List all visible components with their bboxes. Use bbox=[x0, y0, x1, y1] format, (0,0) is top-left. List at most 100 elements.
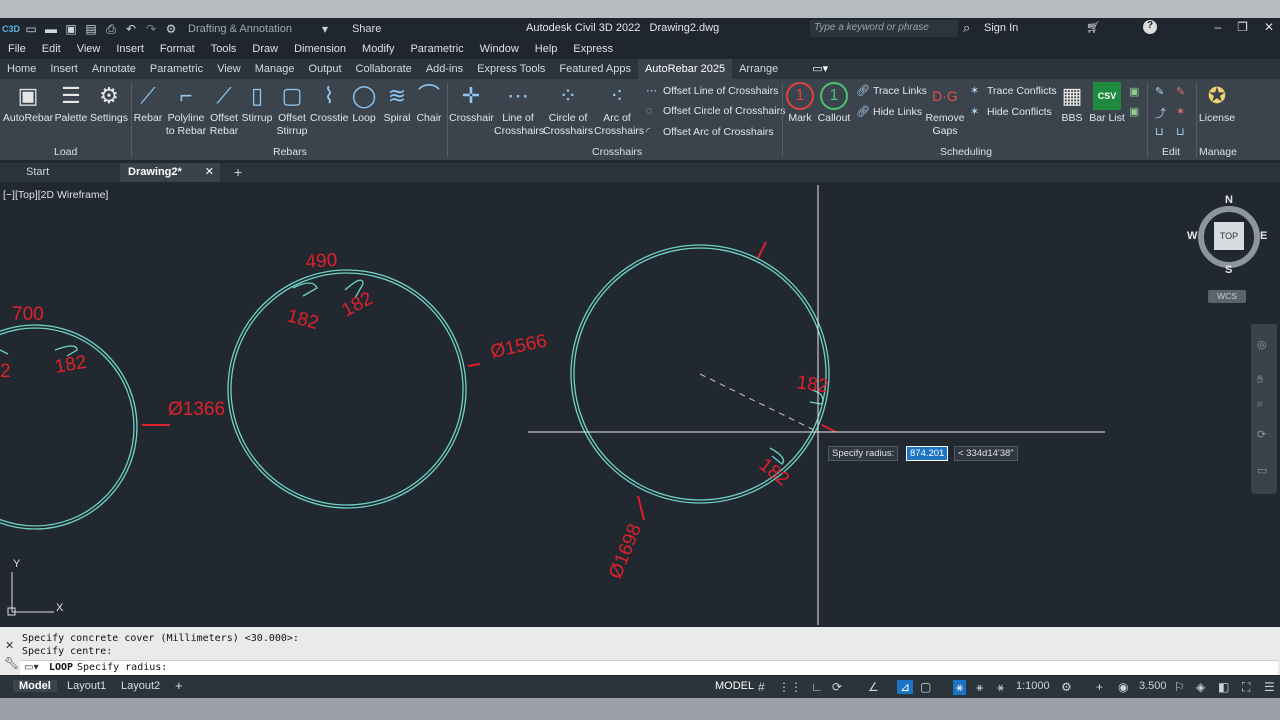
menu-draw[interactable]: Draw bbox=[244, 43, 286, 55]
layout-tab-model[interactable]: Model bbox=[13, 680, 57, 692]
clean-screen-icon[interactable]: ◧ bbox=[1218, 680, 1229, 694]
orbit-icon[interactable]: ⟳ bbox=[1257, 428, 1266, 441]
tab-annotate[interactable]: Annotate bbox=[85, 59, 143, 79]
layout-tab-layout1[interactable]: Layout1 bbox=[67, 680, 106, 692]
add-layout-icon[interactable]: + bbox=[175, 678, 183, 693]
tab-insert[interactable]: Insert bbox=[43, 59, 85, 79]
gear-icon[interactable]: ⚙ bbox=[164, 22, 178, 36]
menu-window[interactable]: Window bbox=[472, 43, 527, 55]
offset-rebar-button[interactable]: ⟋ Offset Rebar bbox=[207, 82, 241, 138]
model-space-button[interactable]: MODEL bbox=[715, 680, 754, 692]
fullscreen-icon[interactable]: ⛶ bbox=[1242, 680, 1250, 695]
tab-express-tools[interactable]: Express Tools bbox=[470, 59, 552, 79]
offset-arc-crosshairs-button[interactable]: ◜ Offset Arc of Crosshairs bbox=[646, 125, 774, 139]
cart-icon[interactable]: 🛒︎ bbox=[1086, 21, 1100, 34]
compass-s[interactable]: S bbox=[1225, 264, 1232, 276]
osnap-icon[interactable]: ⊿ bbox=[897, 680, 914, 694]
spiral-button[interactable]: ≋ Spiral bbox=[381, 82, 413, 125]
hide-conflicts-button[interactable]: ✶ Hide Conflicts bbox=[970, 105, 1052, 119]
autorebar-button[interactable]: ▣ AutoRebar bbox=[2, 82, 54, 125]
trace-conflicts-button[interactable]: ✶ Trace Conflicts bbox=[970, 84, 1057, 98]
redo-icon[interactable]: ↷ bbox=[144, 22, 158, 36]
workspace-icon[interactable]: ◉ bbox=[1118, 680, 1128, 694]
polar-icon[interactable]: ⟳ bbox=[832, 680, 842, 694]
new-tab-icon[interactable]: + bbox=[226, 163, 250, 182]
palette-button[interactable]: ☰ Palette bbox=[54, 82, 88, 125]
share-button[interactable]: Share bbox=[352, 23, 381, 35]
menu-file[interactable]: File bbox=[0, 43, 34, 55]
remove-gaps-button[interactable]: D·G Remove Gaps bbox=[925, 82, 965, 138]
loop-button[interactable]: ◯ Loop bbox=[349, 82, 379, 125]
radius-input[interactable]: 874.201 bbox=[906, 446, 949, 461]
print-icon[interactable]: ⎙ bbox=[104, 22, 118, 36]
offset-line-crosshairs-button[interactable]: ⋯ Offset Line of Crosshairs bbox=[646, 84, 778, 98]
edit-tool-icon[interactable]: ⊔ bbox=[1176, 125, 1185, 138]
viewcube-top-face[interactable]: TOP bbox=[1214, 222, 1244, 250]
wcs-button[interactable]: WCS bbox=[1208, 290, 1246, 303]
close-icon[interactable]: ✕ bbox=[1264, 20, 1274, 34]
ortho-icon[interactable]: ∟ bbox=[811, 680, 823, 694]
rebar-button[interactable]: ⟋ Rebar bbox=[133, 82, 163, 125]
tab-manage[interactable]: Manage bbox=[248, 59, 302, 79]
command-input[interactable]: ▭▾ LOOP Specify radius: bbox=[20, 660, 1278, 675]
menu-format[interactable]: Format bbox=[152, 43, 203, 55]
menu-help[interactable]: Help bbox=[527, 43, 566, 55]
edit-tool-icon[interactable]: ⊔ bbox=[1155, 125, 1164, 138]
menu-view[interactable]: View bbox=[69, 43, 109, 55]
tab-output[interactable]: Output bbox=[302, 59, 349, 79]
save-icon[interactable]: ▣ bbox=[64, 22, 78, 36]
sign-in-button[interactable]: Sign In bbox=[984, 22, 1018, 34]
new-file-icon[interactable]: ▭ bbox=[24, 22, 38, 36]
saveas-icon[interactable]: ▤ bbox=[84, 22, 98, 36]
tab-collaborate[interactable]: Collaborate bbox=[349, 59, 419, 79]
lineweight-icon[interactable]: ▢ bbox=[920, 680, 931, 694]
tab-parametric[interactable]: Parametric bbox=[143, 59, 210, 79]
callout-button[interactable]: 1 Callout bbox=[817, 82, 851, 125]
edit-tool-icon[interactable]: ✎ bbox=[1155, 85, 1164, 98]
menu-insert[interactable]: Insert bbox=[108, 43, 152, 55]
menu-edit[interactable]: Edit bbox=[34, 43, 69, 55]
circle-of-crosshairs-button[interactable]: ⁘ Circle of Crosshairs bbox=[543, 82, 593, 138]
doc-tab-drawing2[interactable]: Drawing2* ✕ bbox=[120, 163, 220, 182]
search-input[interactable]: Type a keyword or phrase bbox=[810, 20, 958, 37]
pan-icon[interactable]: ✋︎ bbox=[1257, 374, 1263, 387]
plus-icon[interactable]: + bbox=[1096, 680, 1103, 694]
workspace-selector[interactable]: Drafting & Annotation bbox=[188, 23, 292, 35]
chair-button[interactable]: ⌒ Chair bbox=[414, 82, 444, 125]
hardware-accel-icon[interactable]: ◈ bbox=[1196, 680, 1205, 694]
polyline-to-rebar-button[interactable]: ⌐ Polyline to Rebar bbox=[164, 82, 208, 138]
tab-addins[interactable]: Add-ins bbox=[419, 59, 470, 79]
doc-tab-start[interactable]: Start bbox=[18, 163, 57, 182]
menu-dimension[interactable]: Dimension bbox=[286, 43, 354, 55]
civil3d-logo-icon[interactable]: C3D bbox=[2, 22, 20, 36]
search-icon[interactable]: ⌕ bbox=[963, 20, 970, 36]
stirrup-button[interactable]: ▯ Stirrup bbox=[240, 82, 274, 125]
compass-w[interactable]: W bbox=[1187, 230, 1197, 242]
autoscale-icon[interactable]: ⚹ bbox=[976, 680, 983, 695]
help-icon[interactable]: ? bbox=[1143, 20, 1157, 34]
ribbon-toggle-icon[interactable]: ▭▾ bbox=[805, 59, 835, 79]
tab-view[interactable]: View bbox=[210, 59, 248, 79]
showmotion-icon[interactable]: ▭ bbox=[1257, 464, 1267, 477]
settings-button[interactable]: ⚙ Settings bbox=[89, 82, 129, 125]
isolate-icon[interactable]: ⚐ bbox=[1174, 680, 1185, 694]
wrench-icon[interactable]: 🔧︎ bbox=[4, 656, 19, 670]
edit-tool-icon[interactable]: ⤴ bbox=[1155, 105, 1166, 121]
tab-autorebar[interactable]: AutoRebar 2025 bbox=[637, 59, 733, 79]
annotation-scale-value[interactable]: 3.500 bbox=[1139, 680, 1167, 692]
open-folder-icon[interactable]: ▬ bbox=[44, 22, 58, 36]
annotation-icon[interactable]: ⚹ bbox=[997, 680, 1004, 695]
menu-tools[interactable]: Tools bbox=[203, 43, 245, 55]
gear-icon[interactable]: ⚙ bbox=[1061, 680, 1072, 694]
menu-modify[interactable]: Modify bbox=[354, 43, 402, 55]
compass-n[interactable]: N bbox=[1225, 194, 1233, 206]
layout-tab-layout2[interactable]: Layout2 bbox=[121, 680, 160, 692]
compass-e[interactable]: E bbox=[1260, 230, 1267, 242]
menu-express[interactable]: Express bbox=[565, 43, 621, 55]
bar-list-button[interactable]: CSV Bar List bbox=[1088, 82, 1126, 125]
minimize-icon[interactable]: – bbox=[1214, 20, 1221, 34]
license-button[interactable]: ✪ License bbox=[1198, 82, 1236, 125]
undo-icon[interactable]: ↶ bbox=[124, 22, 138, 36]
chevron-down-icon[interactable]: ▾ bbox=[318, 22, 332, 36]
tab-arrange[interactable]: Arrange bbox=[732, 59, 785, 79]
